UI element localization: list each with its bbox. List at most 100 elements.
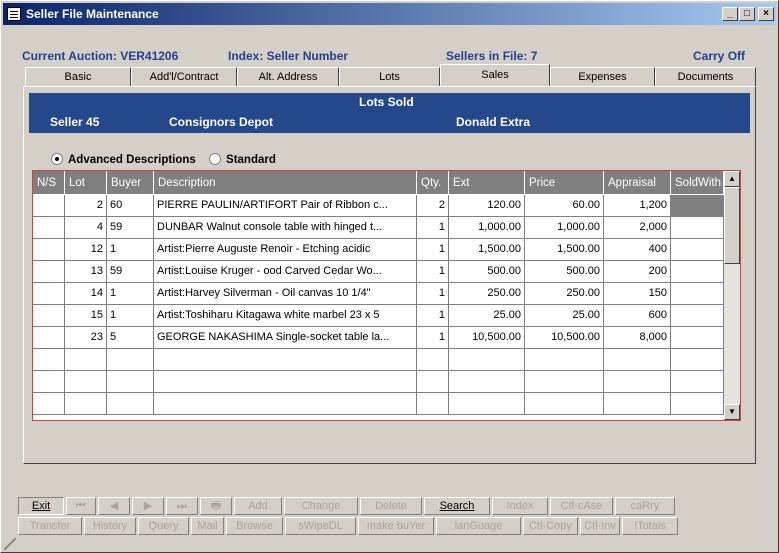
cell-appraisal[interactable]: 2,000 xyxy=(604,217,671,239)
cell-ext[interactable]: 1,500.00 xyxy=(449,239,525,261)
cell-ns[interactable] xyxy=(33,239,65,261)
buttons_row1-3-button[interactable]: ▶ xyxy=(132,497,164,515)
buttons_row2-9-button[interactable]: Ctl-Inv xyxy=(580,517,620,535)
cell-description[interactable] xyxy=(154,371,417,393)
cell-soldwith[interactable] xyxy=(671,305,724,327)
cell-appraisal[interactable]: 400 xyxy=(604,239,671,261)
cell-ns[interactable] xyxy=(33,371,65,393)
cell-lot[interactable]: 13 xyxy=(65,261,107,283)
cell-soldwith[interactable] xyxy=(671,283,724,305)
buttons_row1-0-button[interactable]: Exit xyxy=(18,497,64,515)
cell-price[interactable]: 10,500.00 xyxy=(525,327,604,349)
table-row[interactable]: 12 1 Artist:Pierre Auguste Renoir - Etchin… xyxy=(33,239,724,261)
cell-qty[interactable] xyxy=(417,371,449,393)
cell-ext[interactable]: 1,000.00 xyxy=(449,217,525,239)
cell-ext[interactable]: 120.00 xyxy=(449,195,525,217)
buttons_row2-10-button[interactable]: !Totals xyxy=(622,517,678,535)
cell-appraisal[interactable]: 200 xyxy=(604,261,671,283)
column-header-soldwith[interactable]: SoldWith xyxy=(671,171,724,195)
cell-description[interactable]: DUNBAR Walnut console table with hinged … xyxy=(154,217,417,239)
tab-documents[interactable]: Documents xyxy=(655,67,756,86)
cell-lot[interactable] xyxy=(65,371,107,393)
cell-soldwith[interactable] xyxy=(671,349,724,371)
cell-qty[interactable]: 1 xyxy=(417,327,449,349)
column-header-buyer[interactable]: Buyer xyxy=(107,171,154,195)
cell-soldwith[interactable] xyxy=(671,195,724,217)
cell-soldwith[interactable] xyxy=(671,217,724,239)
cell-ns[interactable] xyxy=(33,283,65,305)
standard-option[interactable]: Standard xyxy=(209,153,276,166)
cell-ns[interactable] xyxy=(33,349,65,371)
cell-lot[interactable]: 15 xyxy=(65,305,107,327)
table-row[interactable]: 13 59 Artist:Louise Kruger - ood Carved Ce… xyxy=(33,261,724,283)
radio-unselected-icon[interactable] xyxy=(209,153,222,165)
column-header-description[interactable]: Description xyxy=(154,171,417,195)
cell-buyer[interactable]: 1 xyxy=(107,239,154,261)
cell-ext[interactable]: 25.00 xyxy=(449,305,525,327)
cell-price[interactable]: 250.00 xyxy=(525,283,604,305)
cell-description[interactable]: PIERRE PAULIN/ARTIFORT Pair of Ribbon c.… xyxy=(154,195,417,217)
empty-table-row[interactable] xyxy=(33,393,724,415)
cell-soldwith[interactable] xyxy=(671,239,724,261)
app-icon[interactable] xyxy=(7,7,21,21)
cell-soldwith[interactable] xyxy=(671,393,724,415)
cell-buyer[interactable] xyxy=(107,393,154,415)
empty-table-row[interactable] xyxy=(33,349,724,371)
cell-buyer[interactable] xyxy=(107,349,154,371)
advanced-descriptions-option[interactable]: Advanced Descriptions xyxy=(51,153,196,166)
cell-price[interactable]: 500.00 xyxy=(525,261,604,283)
buttons_row2-8-button[interactable]: Ctl-Copy xyxy=(523,517,578,535)
cell-ext[interactable] xyxy=(449,393,525,415)
cell-price[interactable] xyxy=(525,349,604,371)
buttons_row1-12-button[interactable]: caRry xyxy=(615,497,675,515)
buttons_row2-1-button[interactable]: History xyxy=(84,517,136,535)
cell-price[interactable]: 25.00 xyxy=(525,305,604,327)
table-row[interactable]: 15 1 Artist:Toshiharu Kitagawa white marbe… xyxy=(33,305,724,327)
cell-buyer[interactable]: 5 xyxy=(107,327,154,349)
column-header-ext[interactable]: Ext xyxy=(449,171,525,195)
close-button[interactable]: × xyxy=(758,7,774,21)
tab-expenses[interactable]: Expenses xyxy=(550,67,655,86)
tab-basic[interactable]: Basic xyxy=(25,67,131,86)
buttons_row2-3-button[interactable]: Mail xyxy=(191,517,224,535)
tab-lots[interactable]: Lots xyxy=(339,67,440,86)
column-header-qty[interactable]: Qty. xyxy=(417,171,449,195)
resize-grip-icon[interactable] xyxy=(4,538,16,550)
table-row[interactable]: 2 60 PIERRE PAULIN/ARTIFORT Pair of Ribbon… xyxy=(33,195,724,217)
cell-appraisal[interactable] xyxy=(604,393,671,415)
cell-ns[interactable] xyxy=(33,217,65,239)
cell-qty[interactable]: 1 xyxy=(417,305,449,327)
cell-price[interactable]: 60.00 xyxy=(525,195,604,217)
cell-appraisal[interactable] xyxy=(604,349,671,371)
cell-description[interactable]: Artist:Louise Kruger - ood Carved Cedar … xyxy=(154,261,417,283)
cell-lot[interactable]: 23 xyxy=(65,327,107,349)
cell-lot[interactable]: 12 xyxy=(65,239,107,261)
cell-qty[interactable] xyxy=(417,349,449,371)
grid-vertical-scrollbar[interactable]: ▲ ▼ xyxy=(724,171,740,420)
buttons_row2-2-button[interactable]: Query xyxy=(138,517,189,535)
cell-price[interactable] xyxy=(525,393,604,415)
buttons_row2-6-button[interactable]: make buYer xyxy=(358,517,434,535)
cell-ext[interactable]: 500.00 xyxy=(449,261,525,283)
buttons_row2-4-button[interactable]: Browse xyxy=(226,517,283,535)
cell-lot[interactable] xyxy=(65,349,107,371)
buttons_row1-2-button[interactable]: ◀ xyxy=(98,497,130,515)
buttons_row2-0-button[interactable]: Transfer xyxy=(18,517,82,535)
cell-buyer[interactable]: 59 xyxy=(107,261,154,283)
cell-appraisal[interactable]: 150 xyxy=(604,283,671,305)
cell-soldwith[interactable] xyxy=(671,261,724,283)
minimize-button[interactable]: _ xyxy=(722,7,738,21)
cell-appraisal[interactable]: 600 xyxy=(604,305,671,327)
cell-description[interactable]: Artist:Pierre Auguste Renoir - Etching a… xyxy=(154,239,417,261)
cell-description[interactable]: Artist:Harvey Silverman - Oil canvas 10 … xyxy=(154,283,417,305)
cell-buyer[interactable] xyxy=(107,371,154,393)
maximize-button[interactable]: □ xyxy=(739,7,755,21)
cell-qty[interactable]: 1 xyxy=(417,283,449,305)
cell-ns[interactable] xyxy=(33,195,65,217)
cell-buyer[interactable]: 1 xyxy=(107,283,154,305)
cell-ns[interactable] xyxy=(33,305,65,327)
buttons_row1-9-button[interactable]: Search xyxy=(424,497,490,515)
tab-alt-address[interactable]: Alt. Address xyxy=(237,67,339,86)
scroll-up-icon[interactable]: ▲ xyxy=(724,171,740,187)
buttons_row1-8-button[interactable]: Delete xyxy=(360,497,422,515)
